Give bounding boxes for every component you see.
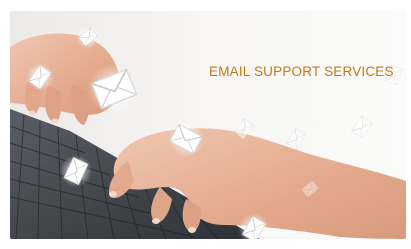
headline: EMAIL SUPPORT SERVICES [209, 64, 394, 79]
photo-illustration [10, 11, 406, 239]
email-support-photo [10, 11, 406, 239]
photo-frame: EMAIL SUPPORT SERVICES [0, 0, 411, 249]
